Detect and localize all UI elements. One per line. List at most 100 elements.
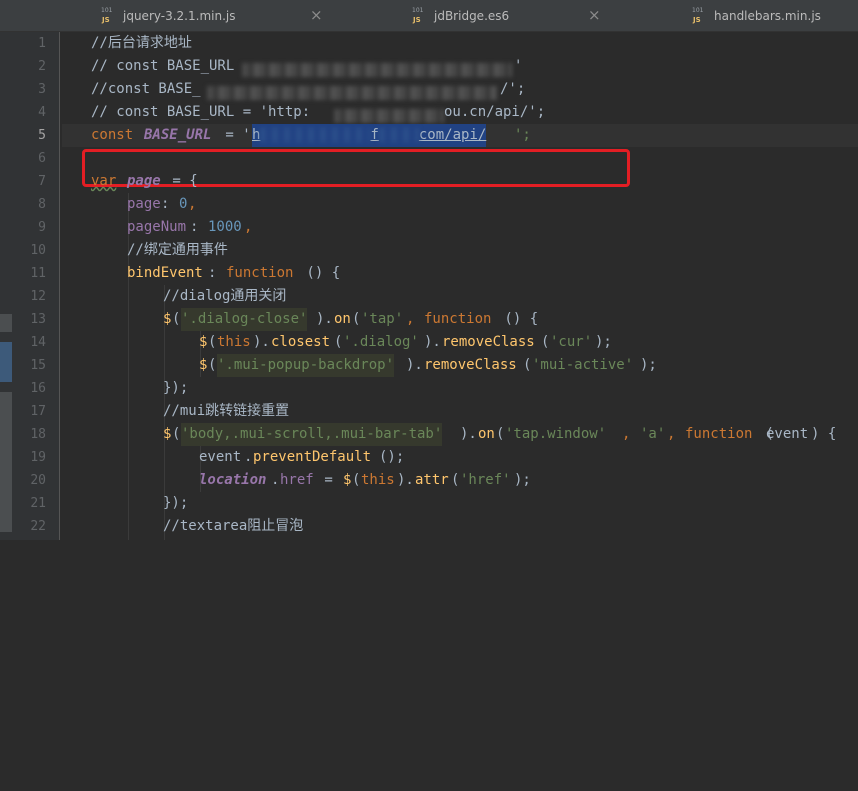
number: 1000 — [208, 219, 242, 235]
variable: event — [199, 449, 242, 465]
jquery-dollar: $ — [343, 472, 352, 488]
string: 'a' — [640, 426, 666, 442]
keyword: this — [361, 472, 395, 488]
code-line: bindEvent : function () { — [62, 262, 858, 285]
redacted-blur — [378, 128, 419, 142]
close-tab-icon[interactable]: × — [310, 6, 323, 24]
line-number: 19 — [30, 450, 46, 465]
jquery-dollar: $ — [163, 426, 172, 442]
punct: }); — [163, 495, 189, 511]
line-number: 11 — [30, 266, 46, 281]
es6-file-icon: 101 JS — [412, 7, 424, 25]
string: '.dialog-close' — [181, 308, 308, 331]
punct: ). — [406, 357, 423, 373]
line-number: 8 — [38, 197, 46, 212]
method-name: on — [334, 311, 351, 327]
line-number: 13 — [30, 312, 46, 327]
property: pageNum — [127, 219, 187, 235]
code-line: //后台请求地址 — [62, 32, 858, 55]
punct: ). — [397, 472, 414, 488]
code-line: $ ( '.mui-popup-backdrop' ). removeClass… — [62, 354, 858, 377]
punct: , — [244, 219, 253, 235]
method-name: removeClass — [424, 357, 517, 373]
line-number: 22 — [30, 519, 46, 534]
tab-handlebars[interactable]: 101 JS handlebars.min.js — [692, 0, 821, 32]
code-line: $ ( 'body,.mui-scroll,.mui-bar-tab' ). o… — [62, 423, 858, 446]
line-number: 4 — [38, 105, 46, 120]
line-number: 14 — [30, 335, 46, 350]
jquery-dollar: $ — [199, 334, 208, 350]
line-number: 18 — [30, 427, 46, 442]
punct: ( — [496, 426, 505, 442]
punct: ). — [316, 311, 333, 327]
code-line: var page = { — [62, 170, 858, 193]
url-text: h — [252, 127, 261, 143]
tab-jdbridge[interactable]: 101 JS jdBridge.es6 — [412, 0, 509, 32]
code-line: $ ( '.dialog-close' ). on ( 'tap' , func… — [62, 308, 858, 331]
js-file-icon: 101 JS — [101, 7, 113, 25]
comment: //绑定通用事件 — [127, 242, 228, 258]
code-editor[interactable]: //后台请求地址 // const BASE_URL ' //const BAS… — [62, 32, 858, 540]
punct: = — [316, 472, 342, 488]
line-number: 10 — [30, 243, 46, 258]
code-line: $ ( this ). closest ( '.dialog' ). remov… — [62, 331, 858, 354]
variable: page — [127, 173, 161, 189]
punct: ( — [208, 334, 217, 350]
url-text: com/api/ — [418, 127, 487, 143]
method-name: closest — [271, 334, 331, 350]
property: page — [127, 196, 161, 212]
global-variable: location — [199, 472, 267, 488]
tab-jquery[interactable]: 101 JS jquery-3.2.1.min.js — [101, 0, 235, 32]
close-tab-icon[interactable]: × — [588, 6, 601, 24]
comment: //dialog通用关闭 — [163, 288, 287, 304]
punct: ( — [451, 472, 460, 488]
punct: , — [667, 426, 676, 442]
punct: ) { — [811, 426, 837, 442]
punct: ). — [460, 426, 477, 442]
editor-tab-bar: 101 JS jquery-3.2.1.min.js × 101 JS jdBrid… — [0, 0, 858, 32]
string: 'cur' — [550, 334, 593, 350]
property: href — [280, 472, 314, 488]
selected-url[interactable]: h f com/api/ — [252, 124, 487, 147]
comment: ou.cn/api/'; — [444, 104, 546, 120]
punct: ( — [172, 426, 181, 442]
comment: //后台请求地址 — [91, 35, 192, 51]
method-name: removeClass — [442, 334, 535, 350]
punct: ( — [352, 472, 361, 488]
line-number: 9 — [38, 220, 46, 235]
code-line: }); — [62, 377, 858, 400]
keyword: function — [685, 426, 753, 442]
line-number: 20 — [30, 473, 46, 488]
punct: , — [622, 426, 631, 442]
line-number: 3 — [38, 82, 46, 97]
punct: : — [208, 265, 225, 281]
punct: ); — [640, 357, 657, 373]
comment: //mui跳转链接重置 — [163, 403, 290, 419]
method-name: preventDefault — [253, 449, 372, 465]
keyword: this — [217, 334, 251, 350]
punct: ( — [208, 357, 217, 373]
line-number-gutter[interactable]: 1 2 3 4 5 6 7 8 9 10 11 12 13 14 15 16 1… — [0, 32, 60, 540]
punct: , — [188, 196, 197, 212]
line-number: 15 — [30, 358, 46, 373]
string: 'tap' — [361, 311, 404, 327]
line-number: 12 — [30, 289, 46, 304]
comment: ' — [514, 58, 523, 74]
code-line: // const BASE_URL ' — [62, 55, 858, 78]
punct: ( — [334, 334, 343, 350]
punct: }); — [163, 380, 189, 396]
punct: ( — [352, 311, 361, 327]
line-number: 2 — [38, 59, 46, 74]
tab-label: jquery-3.2.1.min.js — [123, 9, 236, 23]
tab-label: handlebars.min.js — [714, 9, 821, 23]
line-number: 5 — [38, 128, 46, 143]
js-file-icon: 101 JS — [692, 7, 704, 25]
variable: BASE_URL — [144, 127, 212, 143]
keyword: function — [424, 311, 492, 327]
method-name: on — [478, 426, 495, 442]
tab-label: jdBridge.es6 — [434, 9, 510, 23]
punct: . — [244, 449, 253, 465]
method-name: attr — [415, 472, 449, 488]
string: 'body,.mui-scroll,.mui-bar-tab' — [181, 423, 443, 446]
line-number: 16 — [30, 381, 46, 396]
